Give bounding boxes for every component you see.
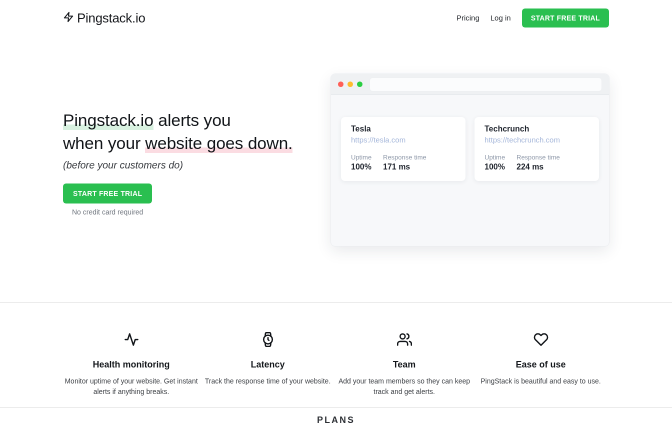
feature-team: Team Add your team members so they can k… (336, 332, 473, 397)
activity-icon (124, 341, 139, 350)
landing-page: Pingstack.io Pricing Log in START FREE T… (0, 0, 672, 420)
hero-copy: Pingstack.io alerts you when your websit… (63, 74, 293, 246)
nav-link-pricing[interactable]: Pricing (456, 14, 479, 23)
plans-section: PLANS (0, 407, 672, 426)
brand-name: Pingstack.io (77, 10, 145, 26)
headline-line2-start: when your (63, 134, 145, 153)
monitor-url-link[interactable]: https://techcrunch.com (485, 136, 590, 145)
uptime-value: 100% (351, 163, 383, 172)
browser-window-mockup: Tesla https://tesla.com Uptime 100% Resp… (331, 74, 609, 246)
header-nav: Pricing Log in START FREE TRIAL (456, 9, 609, 28)
uptime-stat: Uptime 100% (351, 154, 383, 173)
feature-description: Track the response time of your website. (201, 376, 335, 387)
monitor-dashboard: Tesla https://tesla.com Uptime 100% Resp… (331, 95, 609, 181)
hero-subheadline: (before your customers do) (63, 160, 293, 172)
browser-url-bar (370, 77, 603, 91)
feature-description: Add your team members so they can keep t… (337, 376, 471, 397)
traffic-light-zoom-icon (357, 82, 363, 88)
header: Pingstack.io Pricing Log in START FREE T… (63, 0, 609, 29)
hero-section: Pingstack.io alerts you when your websit… (63, 74, 609, 246)
browser-titlebar (331, 74, 609, 95)
feature-latency: Latency Track the response time of your … (200, 332, 337, 397)
plans-heading: PLANS (0, 415, 672, 426)
monitor-url-link[interactable]: https://tesla.com (351, 136, 456, 145)
monitor-name: Tesla (351, 125, 456, 134)
monitor-card-tesla: Tesla https://tesla.com Uptime 100% Resp… (341, 117, 466, 181)
headline-line1-rest: alerts you (153, 111, 230, 130)
header-start-trial-button[interactable]: START FREE TRIAL (522, 9, 609, 28)
zap-icon (63, 11, 74, 25)
monitor-name: Techcrunch (485, 125, 590, 134)
features-section: Health monitoring Monitor uptime of your… (0, 302, 672, 407)
feature-health-monitoring: Health monitoring Monitor uptime of your… (63, 332, 200, 397)
nav-link-login[interactable]: Log in (490, 14, 510, 23)
heart-icon (533, 341, 548, 350)
response-time-stat: Response time 171 ms (383, 154, 426, 173)
headline-highlight-brand: Pingstack.io (63, 111, 153, 130)
brand-logo[interactable]: Pingstack.io (63, 10, 145, 26)
response-time-value: 224 ms (517, 163, 560, 172)
feature-title: Team (336, 360, 473, 371)
feature-title: Health monitoring (63, 360, 200, 371)
uptime-value: 100% (485, 163, 517, 172)
response-time-value: 171 ms (383, 163, 426, 172)
hero-start-trial-button[interactable]: START FREE TRIAL (63, 184, 152, 204)
monitor-stats: Uptime 100% Response time 224 ms (485, 154, 590, 173)
response-time-label: Response time (383, 154, 426, 162)
response-time-label: Response time (517, 154, 560, 162)
traffic-light-minimize-icon (348, 82, 354, 88)
feature-description: Monitor uptime of your website. Get inst… (64, 376, 198, 397)
uptime-label: Uptime (485, 154, 517, 162)
feature-ease-of-use: Ease of use PingStack is beautiful and e… (473, 332, 610, 397)
feature-description: PingStack is beautiful and easy to use. (474, 376, 608, 387)
uptime-label: Uptime (351, 154, 383, 162)
hero-headline: Pingstack.io alerts you when your websit… (63, 109, 293, 155)
response-time-stat: Response time 224 ms (517, 154, 560, 173)
feature-title: Latency (200, 360, 337, 371)
hero-cta-group: START FREE TRIAL No credit card required (63, 184, 152, 217)
users-icon (397, 341, 412, 350)
headline-highlight-down: website goes down. (145, 134, 293, 153)
monitor-stats: Uptime 100% Response time 171 ms (351, 154, 456, 173)
monitor-card-techcrunch: Techcrunch https://techcrunch.com Uptime… (475, 117, 600, 181)
feature-title: Ease of use (473, 360, 610, 371)
traffic-light-close-icon (338, 82, 344, 88)
uptime-stat: Uptime 100% (485, 154, 517, 173)
no-credit-card-note: No credit card required (63, 208, 152, 216)
watch-icon (260, 341, 275, 350)
features-row: Health monitoring Monitor uptime of your… (63, 303, 609, 407)
